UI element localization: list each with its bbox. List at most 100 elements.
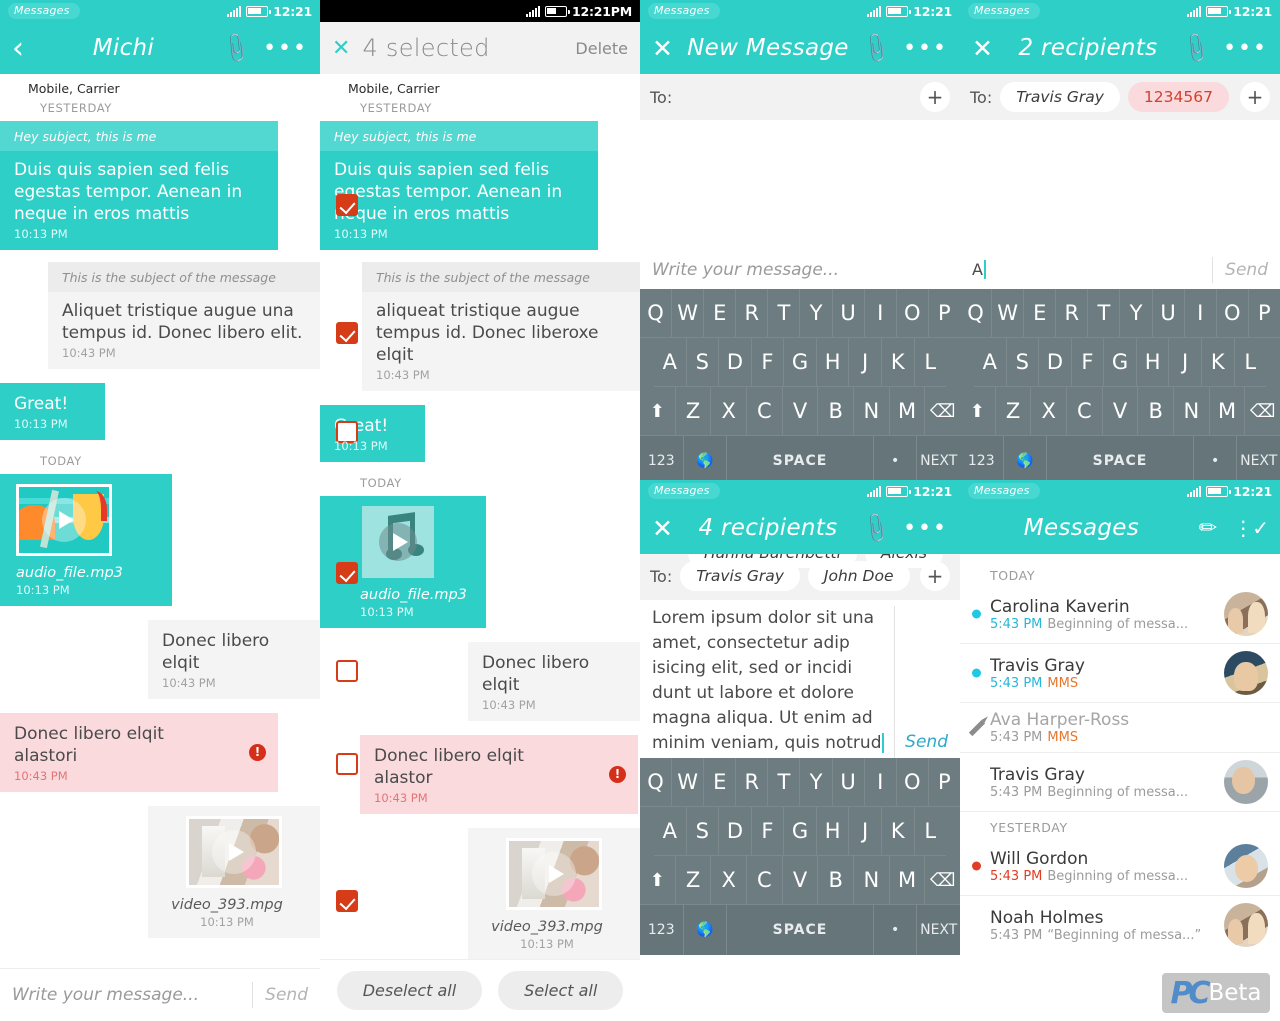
message-bubble-video[interactable]: video_393.mpg 10:13 PM <box>148 806 320 938</box>
selection-checkbox[interactable] <box>336 194 358 216</box>
backspace-icon[interactable]: ⌫ <box>925 856 960 905</box>
key-r[interactable]: R <box>1056 289 1089 338</box>
key-j[interactable]: J <box>849 338 882 387</box>
key-k[interactable]: K <box>881 338 915 387</box>
key-e[interactable]: E <box>1024 289 1057 338</box>
key-s[interactable]: S <box>1006 338 1040 387</box>
message-row[interactable]: Hey subject, this is me Duis quis sapien… <box>320 121 640 250</box>
backspace-icon[interactable]: ⌫ <box>1245 387 1280 436</box>
selection-checkbox[interactable] <box>336 890 358 912</box>
message-row[interactable]: audio_file.mp3 10:13 PM <box>0 474 320 606</box>
key-b[interactable]: B <box>818 387 855 436</box>
message-bubble-video[interactable]: video_393.mpg 10:13 PM <box>468 828 640 960</box>
key-w[interactable]: W <box>672 289 705 338</box>
message-bubble-failed[interactable]: Donec libero elqit alastori 10:43 PM ! <box>0 713 278 792</box>
error-icon[interactable]: ! <box>249 744 266 761</box>
message-row[interactable]: video_393.mpg 10:13 PM <box>320 828 640 960</box>
key-b[interactable]: B <box>818 856 855 905</box>
key-c[interactable]: C <box>747 387 783 436</box>
message-row[interactable]: audio_file.mp3 10:13 PM <box>320 496 640 628</box>
selection-checkbox[interactable] <box>336 753 358 775</box>
key-u[interactable]: U <box>832 758 865 807</box>
key-s[interactable]: S <box>686 807 720 856</box>
paperclip-icon[interactable]: 📎 <box>218 30 254 65</box>
delete-button[interactable]: Delete <box>575 39 628 58</box>
key-y[interactable]: Y <box>800 289 833 338</box>
play-icon[interactable] <box>532 852 576 896</box>
key-next[interactable]: NEXT <box>917 436 960 480</box>
key-c[interactable]: C <box>1067 387 1103 436</box>
message-bubble[interactable]: Hey subject, this is me Duis quis sapien… <box>320 121 598 250</box>
select-all-button[interactable]: Select all <box>498 971 624 1010</box>
message-row[interactable]: Great! 10:13 PM <box>0 383 320 440</box>
key-q[interactable]: Q <box>640 758 673 807</box>
key-n[interactable]: N <box>1174 387 1210 436</box>
avatar[interactable] <box>1224 592 1268 636</box>
key-numbers[interactable]: 123 <box>960 436 1004 480</box>
key-e[interactable]: E <box>704 758 737 807</box>
key-s[interactable]: S <box>686 338 720 387</box>
send-button[interactable]: Send <box>905 732 948 758</box>
close-icon[interactable]: ✕ <box>332 36 350 61</box>
paperclip-icon[interactable]: 📎 <box>858 30 894 65</box>
key-t[interactable]: T <box>768 758 801 807</box>
key-v[interactable]: V <box>1102 387 1139 436</box>
key-period[interactable]: • <box>1194 436 1238 480</box>
keyboard[interactable]: Q W E R T Y U I O P A S D F G H J K L ⬆ … <box>640 758 960 955</box>
paperclip-icon[interactable]: 📎 <box>858 510 894 545</box>
compose-bar[interactable]: Write your message... <box>640 250 960 289</box>
recipient-bar[interactable]: To: + <box>640 74 960 120</box>
send-button[interactable]: Send <box>1225 260 1268 280</box>
compose-bar[interactable]: Write your message... Send <box>0 968 320 1021</box>
message-row[interactable]: This is the subject of the message aliqu… <box>320 262 640 391</box>
key-w[interactable]: W <box>992 289 1025 338</box>
globe-icon[interactable]: 🌎 <box>1004 436 1048 480</box>
key-w[interactable]: W <box>672 758 705 807</box>
key-e[interactable]: E <box>704 289 737 338</box>
back-icon[interactable]: ‹ <box>12 33 24 63</box>
message-bubble-audio[interactable]: audio_file.mp3 10:13 PM <box>0 474 172 606</box>
key-z[interactable]: Z <box>675 856 712 905</box>
shift-icon[interactable]: ⬆ <box>640 387 676 436</box>
list-item[interactable]: Noah Holmes 5:43 PM “Beginning of messa..… <box>960 896 1280 954</box>
add-recipient-button[interactable]: + <box>1240 82 1270 112</box>
message-bubble[interactable]: Donec libero elqit 10:43 PM <box>468 642 640 721</box>
message-row[interactable]: Hey subject, this is me Duis quis sapien… <box>0 121 320 250</box>
key-n[interactable]: N <box>854 387 890 436</box>
key-m[interactable]: M <box>1209 387 1246 436</box>
more-icon[interactable]: ••• <box>1223 36 1268 61</box>
message-bubble[interactable]: This is the subject of the message Aliqu… <box>48 262 320 369</box>
message-bubble[interactable]: This is the subject of the message aliqu… <box>362 262 640 391</box>
key-l[interactable]: L <box>1234 338 1267 387</box>
paperclip-icon[interactable]: 📎 <box>1178 30 1214 65</box>
key-o[interactable]: O <box>1216 289 1249 338</box>
play-icon[interactable] <box>212 830 256 874</box>
avatar[interactable] <box>1224 651 1268 695</box>
key-r[interactable]: R <box>736 758 769 807</box>
globe-icon[interactable]: 🌎 <box>684 905 728 955</box>
key-h[interactable]: H <box>816 807 850 856</box>
key-x[interactable]: X <box>1031 387 1068 436</box>
key-i[interactable]: I <box>864 758 897 807</box>
key-next[interactable]: NEXT <box>917 905 960 955</box>
list-item[interactable]: Will Gordon 5:43 PM Beginning of messa... <box>960 837 1280 896</box>
message-bubble[interactable]: Donec libero elqit 10:43 PM <box>148 620 320 699</box>
key-p[interactable]: P <box>928 758 960 807</box>
backspace-icon[interactable]: ⌫ <box>925 387 960 436</box>
key-numbers[interactable]: 123 <box>640 436 684 480</box>
key-numbers[interactable]: 123 <box>640 905 684 955</box>
key-next[interactable]: NEXT <box>1237 436 1280 480</box>
key-m[interactable]: M <box>889 387 926 436</box>
error-icon[interactable]: ! <box>609 766 626 783</box>
list-item[interactable]: Travis Gray 5:43 PM Beginning of messa... <box>960 753 1280 812</box>
more-icon[interactable]: ••• <box>903 516 948 541</box>
key-i[interactable]: I <box>864 289 897 338</box>
list-item[interactable]: Travis Gray 5:43 PM MMS <box>960 644 1280 703</box>
message-row-error[interactable]: Donec libero elqit alastori 10:43 PM ! <box>0 713 320 792</box>
video-thumbnail[interactable] <box>468 828 640 914</box>
key-d[interactable]: D <box>719 807 752 856</box>
key-d[interactable]: D <box>719 338 752 387</box>
key-t[interactable]: T <box>768 289 801 338</box>
send-button[interactable]: Send <box>265 985 308 1005</box>
key-f[interactable]: F <box>751 807 785 856</box>
